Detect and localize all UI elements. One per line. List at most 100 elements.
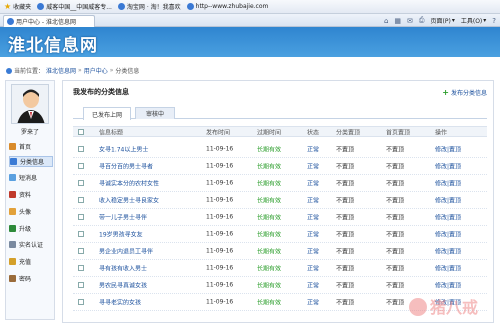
listing-title-link[interactable]: 寻寻老实的女孩: [99, 298, 141, 307]
site-logo[interactable]: 淮北信息网: [8, 31, 98, 56]
home-top: 不置顶: [386, 231, 405, 239]
avatar[interactable]: [11, 84, 49, 124]
listing-title-link[interactable]: 男农民寻真诚女孩: [99, 281, 147, 290]
key-icon: [9, 275, 16, 282]
table-row: 男农民寻真诚女孩 11-09-16 长期有效 正常 不置顶 不置顶 修改|置顶: [73, 277, 487, 294]
breadcrumb-link[interactable]: 用户中心: [84, 66, 108, 75]
row-actions: 修改|置顶: [435, 247, 461, 256]
sidebar-item-profile[interactable]: 资料: [9, 189, 53, 200]
print-icon[interactable]: ⎙: [419, 16, 425, 25]
listing-title-link[interactable]: 收入稳定男士寻良家女: [99, 196, 159, 205]
top-link[interactable]: 置顶: [449, 215, 461, 222]
user-sidebar: 罗来了 首页 分类信息 短消息 资料 头像 升级 实名认证 充值 密码: [5, 80, 55, 320]
favorites-button[interactable]: ★ 收藏夹: [4, 2, 31, 11]
row-checkbox[interactable]: [78, 282, 84, 288]
tab-pending[interactable]: 审核中: [135, 107, 175, 119]
category-top: 不置顶: [336, 248, 355, 256]
row-checkbox[interactable]: [78, 163, 84, 169]
listing-title-link[interactable]: 寻诚实本分的农村女性: [99, 179, 159, 188]
edit-link[interactable]: 修改: [435, 198, 447, 205]
home-icon[interactable]: ⌂: [384, 17, 388, 25]
edit-link[interactable]: 修改: [435, 147, 447, 154]
home-icon: [9, 143, 16, 150]
row-checkbox[interactable]: [78, 299, 84, 305]
ie-icon: [117, 3, 125, 10]
listing-title-link[interactable]: 女寻1.74以上男士: [99, 145, 148, 154]
row-checkbox[interactable]: [78, 265, 84, 271]
edit-link[interactable]: 修改: [435, 266, 447, 273]
expiry: 长期有效: [257, 146, 282, 154]
page-menu[interactable]: 页面(P) ▾: [431, 16, 455, 25]
home-top: 不置顶: [386, 248, 405, 256]
top-link[interactable]: 置顶: [449, 283, 461, 290]
sidebar-item-home[interactable]: 首页: [9, 141, 53, 152]
row-checkbox[interactable]: [78, 231, 84, 237]
top-link[interactable]: 置顶: [449, 232, 461, 239]
favorites-label: 收藏夹: [13, 4, 32, 11]
tab-published[interactable]: 已发布上网: [83, 107, 131, 120]
sidebar-item-label: 密码: [19, 276, 32, 283]
edit-link[interactable]: 修改: [435, 249, 447, 256]
row-checkbox[interactable]: [78, 197, 84, 203]
favorite-link[interactable]: http--www.zhubajie.com: [186, 3, 268, 10]
listing-title-link[interactable]: 男企业内退员工寻伴: [99, 247, 153, 256]
coin-icon: [9, 258, 16, 265]
help-icon[interactable]: ?: [492, 17, 496, 25]
sidebar-item-label: 短消息: [19, 175, 38, 182]
ie-icon: [7, 18, 14, 25]
listing-title-link[interactable]: 带一儿子男士寻伴: [99, 213, 147, 222]
sidebar-item-password[interactable]: 密码: [9, 273, 53, 284]
edit-link[interactable]: 修改: [435, 283, 447, 290]
breadcrumb-link[interactable]: 淮北信息网: [46, 66, 76, 75]
edit-link[interactable]: 修改: [435, 215, 447, 222]
top-link[interactable]: 置顶: [449, 266, 461, 273]
status: 正常: [307, 248, 320, 256]
column-header: 操作: [435, 129, 448, 136]
top-link[interactable]: 置顶: [449, 164, 461, 171]
top-link[interactable]: 置顶: [449, 198, 461, 205]
listing-title-link[interactable]: 寻百分百的男士寻者: [99, 162, 153, 171]
avatar-image: [12, 85, 48, 123]
listing-title-link[interactable]: 19岁男孩寻女友: [99, 230, 143, 239]
publish-button[interactable]: + 发布分类信息: [442, 88, 487, 97]
row-actions: 修改|置顶: [435, 264, 461, 273]
sidebar-item-avatar[interactable]: 头像: [9, 206, 53, 217]
sidebar-item-recharge[interactable]: 充值: [9, 256, 53, 267]
ie-icon: [37, 3, 45, 10]
sidebar-item-verification[interactable]: 实名认证: [9, 239, 53, 250]
status: 正常: [307, 163, 320, 171]
status: 正常: [307, 282, 320, 290]
favorite-link[interactable]: 淘宝网 · 淘！我喜欢: [117, 2, 181, 11]
sidebar-item-messages[interactable]: 短消息: [9, 172, 53, 183]
row-checkbox[interactable]: [78, 248, 84, 254]
mail-icon[interactable]: ✉: [407, 17, 413, 25]
select-all-checkbox[interactable]: [78, 128, 84, 135]
edit-link[interactable]: 修改: [435, 232, 447, 239]
sidebar-item-label: 头像: [19, 209, 32, 216]
publish-date: 11-09-16: [206, 213, 234, 221]
favorite-link[interactable]: 威客中国__中国威客专...: [37, 2, 112, 11]
row-checkbox[interactable]: [78, 180, 84, 186]
row-checkbox[interactable]: [78, 146, 84, 152]
page-menu-label: 页面(P): [430, 18, 451, 25]
browser-tab[interactable]: 用户中心 - 淮北信息网: [3, 15, 95, 27]
publish-date: 11-09-16: [206, 162, 234, 170]
sidebar-item-classifieds[interactable]: 分类信息: [9, 156, 53, 167]
expiry: 长期有效: [257, 231, 282, 239]
sidebar-item-upgrade[interactable]: 升级: [9, 223, 53, 234]
table-header: 信息标题 发布时间 过期时间 状态 分类置顶 首页置顶 操作: [73, 126, 487, 137]
top-link[interactable]: 置顶: [449, 181, 461, 188]
listing-title-link[interactable]: 寻有孩有收入男士: [99, 264, 147, 273]
publish-date: 11-09-16: [206, 264, 234, 272]
category-top: 不置顶: [336, 214, 355, 222]
edit-link[interactable]: 修改: [435, 181, 447, 188]
row-checkbox[interactable]: [78, 214, 84, 220]
tools-menu[interactable]: 工具(O) ▾: [461, 16, 486, 25]
publish-date: 11-09-16: [206, 298, 234, 306]
star-icon: ★: [4, 2, 12, 11]
edit-link[interactable]: 修改: [435, 164, 447, 171]
profile-icon: [9, 191, 16, 198]
top-link[interactable]: 置顶: [449, 147, 461, 154]
top-link[interactable]: 置顶: [449, 249, 461, 256]
feeds-icon[interactable]: ▦: [394, 17, 401, 25]
